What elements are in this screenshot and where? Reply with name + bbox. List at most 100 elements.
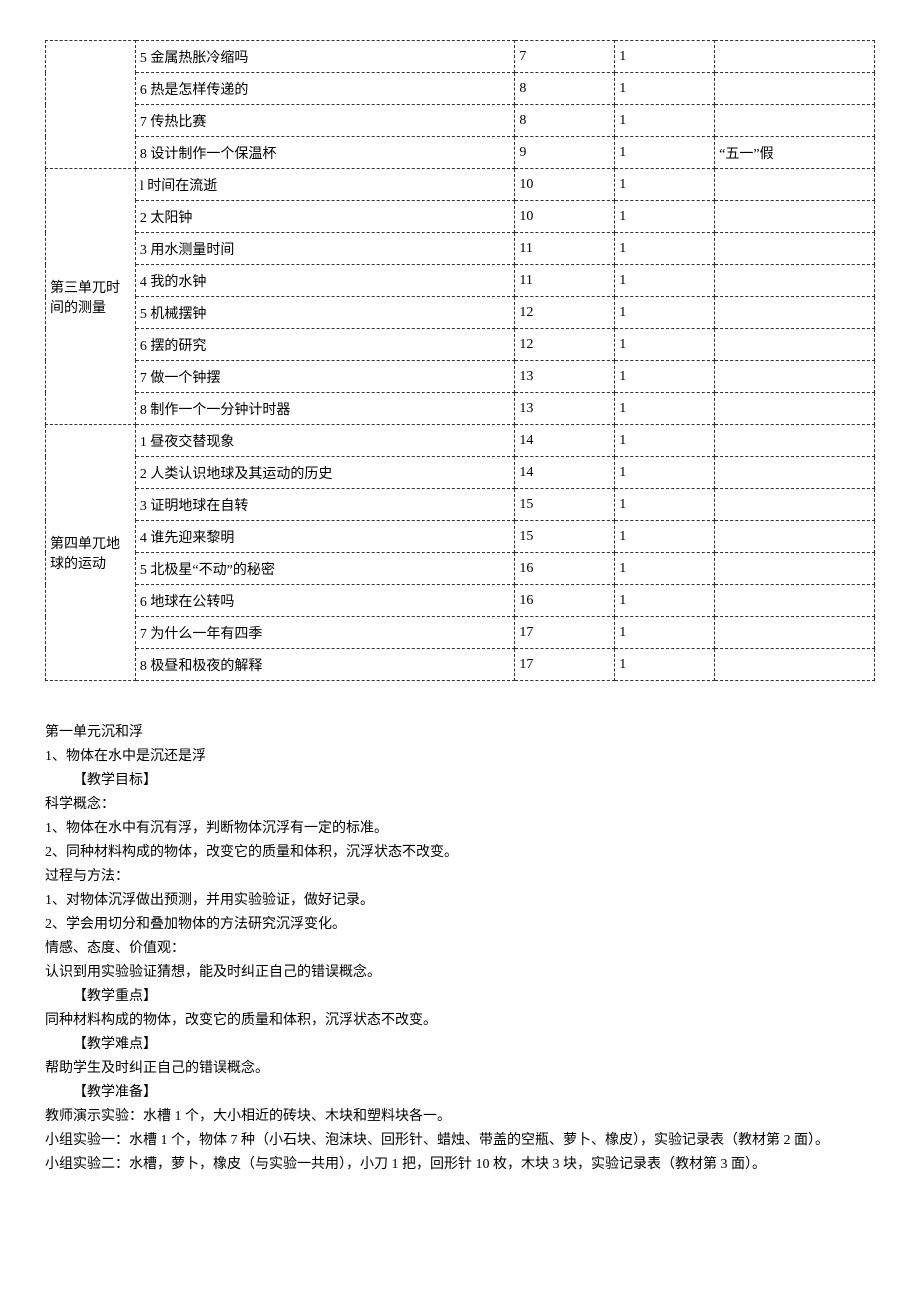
hours-cell: 1 bbox=[615, 649, 715, 681]
note-cell bbox=[715, 169, 875, 201]
hours-cell: 1 bbox=[615, 553, 715, 585]
lesson-content: 第一单元沉和浮 1、物体在水中是沉还是浮 【教学目标】 科学概念： 1、物体在水… bbox=[45, 721, 880, 1177]
week-cell: 15 bbox=[515, 489, 615, 521]
difficulty-item: 帮助学生及时纠正自己的错误概念。 bbox=[45, 1057, 880, 1081]
hours-cell: 1 bbox=[615, 329, 715, 361]
note-cell bbox=[715, 521, 875, 553]
process-item: 1、对物体沉浮做出预测，并用实验验证，做好记录。 bbox=[45, 889, 880, 913]
table-row: 5 机械摆钟121 bbox=[46, 297, 875, 329]
topic-cell: 3 用水测量时间 bbox=[135, 233, 515, 265]
unit-cell bbox=[46, 41, 136, 169]
note-cell bbox=[715, 41, 875, 73]
week-cell: 9 bbox=[515, 137, 615, 169]
week-cell: 12 bbox=[515, 297, 615, 329]
hours-cell: 1 bbox=[615, 457, 715, 489]
table-row: 第三单兀时间的测量l 时间在流逝101 bbox=[46, 169, 875, 201]
hours-cell: 1 bbox=[615, 233, 715, 265]
note-cell bbox=[715, 393, 875, 425]
topic-cell: 8 极昼和极夜的解释 bbox=[135, 649, 515, 681]
hours-cell: 1 bbox=[615, 585, 715, 617]
week-cell: 17 bbox=[515, 649, 615, 681]
week-cell: 10 bbox=[515, 201, 615, 233]
table-row: 6 热是怎样传递的81 bbox=[46, 73, 875, 105]
table-row: 8 制作一个一分钟计时器131 bbox=[46, 393, 875, 425]
hours-cell: 1 bbox=[615, 393, 715, 425]
topic-cell: 4 我的水钟 bbox=[135, 265, 515, 297]
table-row: 3 用水测量时间111 bbox=[46, 233, 875, 265]
note-cell bbox=[715, 553, 875, 585]
hours-cell: 1 bbox=[615, 265, 715, 297]
week-cell: 15 bbox=[515, 521, 615, 553]
table-row: 7 传热比赛81 bbox=[46, 105, 875, 137]
table-row: 4 我的水钟111 bbox=[46, 265, 875, 297]
topic-cell: 6 地球在公转吗 bbox=[135, 585, 515, 617]
schedule-table: 5 金属热胀冷缩吗716 热是怎样传递的817 传热比赛818 设计制作一个保温… bbox=[45, 40, 875, 681]
prep-item: 小组实验二：水槽，萝卜，橡皮（与实验一共用），小刀 1 把，回形针 10 枚，木… bbox=[45, 1153, 880, 1177]
prep-heading: 【教学准备】 bbox=[45, 1081, 880, 1105]
unit-title: 第一单元沉和浮 bbox=[45, 721, 880, 745]
hours-cell: 1 bbox=[615, 105, 715, 137]
topic-cell: 5 金属热胀冷缩吗 bbox=[135, 41, 515, 73]
table-row: 8 设计制作一个保温杯91“五一”假 bbox=[46, 137, 875, 169]
week-cell: 16 bbox=[515, 553, 615, 585]
prep-item: 小组实验一：水槽 1 个，物体 7 种（小石块、泡沫块、回形针、蜡烛、带盖的空瓶… bbox=[45, 1129, 880, 1153]
table-row: 7 为什么一年有四季171 bbox=[46, 617, 875, 649]
hours-cell: 1 bbox=[615, 169, 715, 201]
topic-cell: 5 北极星“不动”的秘密 bbox=[135, 553, 515, 585]
difficulty-heading: 【教学难点】 bbox=[45, 1033, 880, 1057]
week-cell: 10 bbox=[515, 169, 615, 201]
hours-cell: 1 bbox=[615, 297, 715, 329]
topic-cell: 4 谁先迎来黎明 bbox=[135, 521, 515, 553]
concept-item: 2、同种材料构成的物体，改变它的质量和体积，沉浮状态不改变。 bbox=[45, 841, 880, 865]
keypoint-heading: 【教学重点】 bbox=[45, 985, 880, 1009]
emotion-label: 情感、态度、价值观： bbox=[45, 937, 880, 961]
hours-cell: 1 bbox=[615, 425, 715, 457]
hours-cell: 1 bbox=[615, 73, 715, 105]
week-cell: 11 bbox=[515, 265, 615, 297]
week-cell: 14 bbox=[515, 457, 615, 489]
table-row: 4 谁先迎来黎明151 bbox=[46, 521, 875, 553]
topic-cell: 8 制作一个一分钟计时器 bbox=[135, 393, 515, 425]
note-cell bbox=[715, 457, 875, 489]
note-cell bbox=[715, 585, 875, 617]
note-cell bbox=[715, 649, 875, 681]
week-cell: 8 bbox=[515, 105, 615, 137]
hours-cell: 1 bbox=[615, 617, 715, 649]
hours-cell: 1 bbox=[615, 521, 715, 553]
process-label: 过程与方法： bbox=[45, 865, 880, 889]
topic-cell: 6 摆的研究 bbox=[135, 329, 515, 361]
note-cell bbox=[715, 297, 875, 329]
prep-item: 教师演示实验：水槽 1 个，大小相近的砖块、木块和塑料块各一。 bbox=[45, 1105, 880, 1129]
goal-heading: 【教学目标】 bbox=[45, 769, 880, 793]
table-row: 3 证明地球在自转151 bbox=[46, 489, 875, 521]
week-cell: 12 bbox=[515, 329, 615, 361]
process-item: 2、学会用切分和叠加物体的方法研究沉浮变化。 bbox=[45, 913, 880, 937]
note-cell bbox=[715, 265, 875, 297]
table-row: 2 人类认识地球及其运动的历史141 bbox=[46, 457, 875, 489]
note-cell: “五一”假 bbox=[715, 137, 875, 169]
week-cell: 8 bbox=[515, 73, 615, 105]
week-cell: 13 bbox=[515, 361, 615, 393]
week-cell: 7 bbox=[515, 41, 615, 73]
topic-cell: 1 昼夜交替现象 bbox=[135, 425, 515, 457]
week-cell: 11 bbox=[515, 233, 615, 265]
note-cell bbox=[715, 73, 875, 105]
topic-cell: 3 证明地球在自转 bbox=[135, 489, 515, 521]
topic-cell: 2 太阳钟 bbox=[135, 201, 515, 233]
table-row: 2 太阳钟101 bbox=[46, 201, 875, 233]
emotion-item: 认识到用实验验证猜想，能及时纠正自己的错误概念。 bbox=[45, 961, 880, 985]
note-cell bbox=[715, 233, 875, 265]
topic-cell: 7 为什么一年有四季 bbox=[135, 617, 515, 649]
topic-cell: 7 做一个钟摆 bbox=[135, 361, 515, 393]
unit-cell: 第三单兀时间的测量 bbox=[46, 169, 136, 425]
week-cell: 16 bbox=[515, 585, 615, 617]
note-cell bbox=[715, 105, 875, 137]
keypoint-item: 同种材料构成的物体，改变它的质量和体积，沉浮状态不改变。 bbox=[45, 1009, 880, 1033]
week-cell: 14 bbox=[515, 425, 615, 457]
table-row: 5 北极星“不动”的秘密161 bbox=[46, 553, 875, 585]
note-cell bbox=[715, 489, 875, 521]
note-cell bbox=[715, 201, 875, 233]
topic-cell: 6 热是怎样传递的 bbox=[135, 73, 515, 105]
hours-cell: 1 bbox=[615, 201, 715, 233]
table-row: 7 做一个钟摆131 bbox=[46, 361, 875, 393]
